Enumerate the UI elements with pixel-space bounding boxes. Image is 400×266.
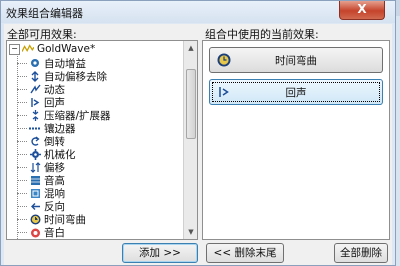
tree-item[interactable]: 时间弯曲 xyxy=(17,213,86,226)
collapse-icon[interactable]: − xyxy=(9,43,20,55)
tree-item[interactable]: 机械化 xyxy=(17,148,76,161)
available-effects-tree[interactable]: − GoldWave* 自动增益 自动偏移去除 动态 回声 压缩器/扩展器 镶边… xyxy=(6,40,198,240)
effect-chain-item-label: 时间弯曲 xyxy=(275,54,317,67)
tree-item-label: 音白 xyxy=(44,226,65,239)
scroll-thumb[interactable] xyxy=(186,69,196,139)
scroll-down-icon[interactable]: ▼ xyxy=(184,225,197,239)
goldwave-icon xyxy=(22,44,34,55)
dynamics-icon xyxy=(29,84,41,95)
mechanize-icon xyxy=(29,148,41,160)
window-title: 效果组合编辑器 xyxy=(6,7,83,20)
pitch-icon xyxy=(29,175,41,186)
invert-icon xyxy=(29,135,41,147)
flanger-icon xyxy=(29,123,41,134)
tree-scrollbar[interactable]: ▲ ▼ xyxy=(183,41,197,239)
effect-chain-item-echo[interactable]: 回声 xyxy=(209,79,383,105)
tree-item[interactable]: 自动偏移去除 xyxy=(17,70,107,83)
offset-icon xyxy=(29,161,41,173)
tree-item[interactable]: 音高 xyxy=(17,174,65,187)
compressor-icon xyxy=(29,109,41,121)
dc-offset-icon xyxy=(29,70,41,82)
tree-item[interactable]: 倒转 xyxy=(17,135,65,148)
tree-item[interactable]: 混响 xyxy=(17,187,65,200)
reverb-icon xyxy=(29,188,41,199)
tree-item[interactable]: 压缩器/扩展器 xyxy=(17,109,111,122)
tree-item[interactable]: 音白 xyxy=(17,226,65,239)
tree-item[interactable]: 偏移 xyxy=(17,161,65,174)
title-bar[interactable]: 效果组合编辑器 xyxy=(1,1,395,23)
effect-chain-item-label: 回声 xyxy=(285,86,307,99)
echo-icon xyxy=(29,97,41,108)
dialog-body: 全部可用效果: 组合中使用的当前效果: − GoldWave* 自动增益 自动偏… xyxy=(4,24,392,265)
effect-chain-dialog: 效果组合编辑器 X 全部可用效果: 组合中使用的当前效果: − GoldWave… xyxy=(0,0,396,266)
tree-item[interactable]: 自动增益 xyxy=(17,57,86,70)
remove-last-button[interactable]: << 删除末尾 xyxy=(206,243,284,263)
effect-chain-item-time-warp[interactable]: 时间弯曲 xyxy=(209,47,383,73)
tree-root-goldwave[interactable]: − GoldWave* xyxy=(9,43,95,55)
reverse-icon xyxy=(29,201,41,212)
tree-root-label: GoldWave* xyxy=(37,43,96,55)
tree-item[interactable]: 反向 xyxy=(17,200,65,213)
tree-item[interactable]: 镶边器 xyxy=(17,122,76,135)
tree-item[interactable]: 回声 xyxy=(17,96,65,109)
current-effects-list: 时间弯曲 回声 xyxy=(202,40,390,240)
tree-item[interactable]: 动态 xyxy=(17,83,65,96)
time-warp-icon xyxy=(216,52,232,68)
echo-icon xyxy=(216,84,232,100)
remove-all-button[interactable]: 全部删除 xyxy=(334,243,388,263)
close-button[interactable]: X xyxy=(339,1,385,20)
volume-icon xyxy=(29,227,41,238)
auto-gain-icon xyxy=(29,58,41,69)
add-button[interactable]: 添加 >> xyxy=(122,243,198,263)
time-warp-icon xyxy=(29,214,41,225)
scroll-up-icon[interactable]: ▲ xyxy=(184,41,197,55)
